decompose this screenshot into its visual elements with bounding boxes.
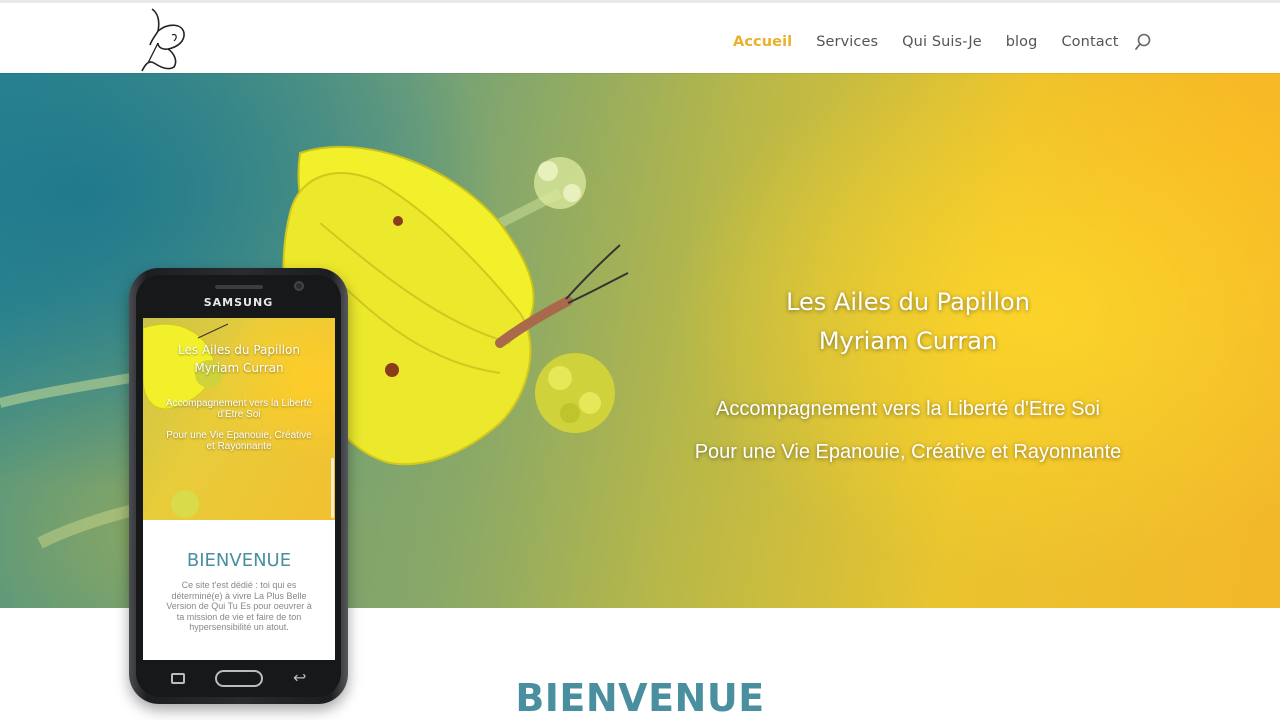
- home-button-icon[interactable]: [215, 670, 263, 687]
- hero-text-block: Les Ailes du Papillon Myriam Curran Acco…: [640, 73, 1176, 608]
- nav-item-blog[interactable]: blog: [1006, 34, 1038, 50]
- phone-hero-title: Les Ailes du Papillon Myriam Curran: [143, 341, 335, 377]
- nav-item-accueil[interactable]: Accueil: [733, 34, 792, 50]
- phone-hero-subtitle-1: Accompagnement vers la Liberté d'Etre So…: [165, 398, 313, 420]
- hero-title-line1: Les Ailes du Papillon: [786, 288, 1030, 316]
- hero-title-line2: Myriam Curran: [818, 327, 998, 355]
- phone-screen-hero: Les Ailes du Papillon Myriam Curran Acco…: [143, 318, 335, 520]
- phone-hero-title-line2: Myriam Curran: [194, 361, 284, 375]
- nav-item-contact[interactable]: Contact: [1061, 34, 1118, 50]
- phone-welcome-text: Ce site t'est dédié : toi qui es détermi…: [166, 580, 312, 632]
- phone-screen: Les Ailes du Papillon Myriam Curran Acco…: [143, 318, 335, 660]
- phone-hero-title-line1: Les Ailes du Papillon: [178, 343, 300, 357]
- phone-scrollbar[interactable]: [331, 458, 334, 518]
- phone-nav-buttons: ↩: [143, 666, 335, 692]
- hero-subtitle-2: Pour une Vie Epanouie, Créative et Rayon…: [694, 441, 1122, 463]
- hero-subtitle-1: Accompagnement vers la Liberté d'Etre So…: [715, 398, 1100, 420]
- nav-item-qui-suis-je[interactable]: Qui Suis-Je: [902, 34, 982, 50]
- phone-hero-subtitle-2: Pour une Vie Epanouie, Créative et Rayon…: [166, 430, 312, 452]
- phone-mockup: SAMSUNG Les Ailes du Papillon Myriam Cur…: [129, 268, 348, 704]
- search-icon[interactable]: [1134, 33, 1152, 51]
- phone-speaker: [215, 285, 263, 289]
- hero-title: Les Ailes du Papillon Myriam Curran: [640, 283, 1176, 361]
- phone-brand: SAMSUNG: [203, 296, 274, 309]
- phone-camera-icon: [294, 281, 304, 291]
- recent-apps-icon[interactable]: [171, 673, 185, 684]
- site-header: Accueil Services Qui Suis-Je blog Contac…: [0, 3, 1280, 73]
- back-icon[interactable]: ↩: [293, 668, 306, 687]
- nav-item-services[interactable]: Services: [816, 34, 878, 50]
- main-nav: Accueil Services Qui Suis-Je blog Contac…: [733, 30, 1143, 54]
- butterfly-logo-icon[interactable]: [138, 5, 190, 73]
- phone-welcome-heading: BIENVENUE: [186, 550, 292, 571]
